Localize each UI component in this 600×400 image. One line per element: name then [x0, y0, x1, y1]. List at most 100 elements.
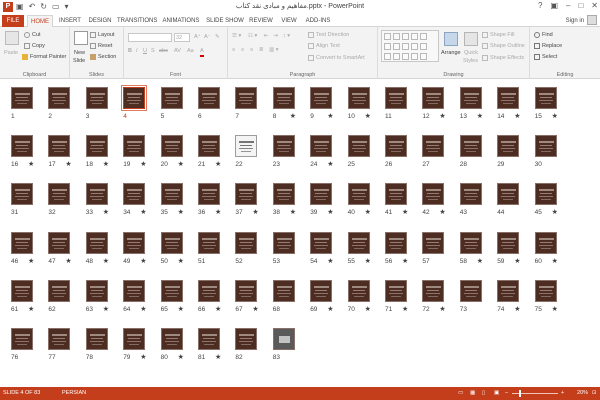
transition-star-icon[interactable]: ★: [252, 305, 258, 313]
slide-thumbnail[interactable]: 53: [272, 231, 297, 265]
slide-preview[interactable]: [48, 87, 71, 109]
transition-star-icon[interactable]: ★: [103, 257, 109, 265]
transition-star-icon[interactable]: ★: [28, 257, 34, 265]
slide-thumbnail[interactable]: 42 ★: [422, 183, 446, 216]
tab-transitions[interactable]: TRANSITIONS: [117, 15, 157, 27]
slide-preview[interactable]: [497, 87, 520, 109]
minimize-icon[interactable]: –: [566, 1, 570, 10]
slide-preview[interactable]: [160, 87, 183, 109]
transition-star-icon[interactable]: ★: [514, 257, 520, 265]
slide-thumbnail[interactable]: 63 ★: [85, 279, 110, 313]
slide-thumbnail[interactable]: 72 ★: [422, 279, 446, 313]
slide-preview[interactable]: [48, 183, 71, 206]
transition-star-icon[interactable]: ★: [365, 112, 371, 120]
slide-preview[interactable]: [85, 135, 108, 158]
arrange-icon[interactable]: [444, 32, 458, 46]
slide-preview[interactable]: [123, 183, 146, 206]
slide-thumbnail[interactable]: 79 ★: [123, 328, 147, 361]
transition-star-icon[interactable]: ★: [65, 257, 71, 265]
transition-star-icon[interactable]: ★: [439, 208, 445, 216]
slide-thumbnail[interactable]: 27: [422, 135, 446, 168]
slide-preview[interactable]: [198, 328, 220, 350]
transition-star-icon[interactable]: ★: [252, 208, 258, 216]
slide-thumbnail[interactable]: 73: [459, 279, 484, 313]
shape-fill-button[interactable]: Shape Fill: [482, 31, 514, 39]
slide-thumbnail[interactable]: 16 ★: [11, 135, 35, 168]
shapes-gallery[interactable]: [381, 30, 439, 62]
slide-preview[interactable]: [534, 87, 557, 109]
arrange-button[interactable]: Arrange: [441, 49, 461, 57]
shape-item[interactable]: [420, 43, 427, 50]
slide-thumbnail[interactable]: 52: [235, 231, 259, 265]
slide-preview[interactable]: [422, 87, 445, 109]
justify-button[interactable]: ≣: [259, 46, 264, 54]
slide-thumbnail[interactable]: 38 ★: [272, 183, 297, 216]
transition-star-icon[interactable]: ★: [439, 112, 445, 120]
shape-item[interactable]: [384, 53, 391, 60]
slide-preview[interactable]: [459, 279, 482, 302]
slide-thumbnail[interactable]: 6: [198, 87, 222, 120]
shape-item[interactable]: [393, 43, 400, 50]
transition-star-icon[interactable]: ★: [140, 353, 146, 361]
slide-thumbnail[interactable]: 49 ★: [123, 231, 147, 265]
transition-star-icon[interactable]: ★: [215, 353, 221, 361]
section-button[interactable]: Section: [90, 53, 116, 61]
slide-thumbnail[interactable]: 47 ★: [48, 231, 72, 265]
slide-thumbnail[interactable]: 62: [48, 279, 72, 313]
slide-thumbnail[interactable]: 58 ★: [459, 231, 484, 265]
slide-thumbnail[interactable]: 64 ★: [123, 279, 147, 313]
slide-thumbnail[interactable]: 61 ★: [11, 279, 35, 313]
slide-preview[interactable]: [123, 279, 146, 302]
transition-star-icon[interactable]: ★: [215, 208, 221, 216]
slide-thumbnail[interactable]: 71 ★: [385, 279, 409, 313]
slide-thumbnail[interactable]: 21 ★: [198, 135, 222, 168]
tab-view[interactable]: VIEW: [280, 15, 298, 27]
slide-thumbnail[interactable]: 4: [121, 85, 148, 120]
slide-preview[interactable]: [385, 231, 407, 254]
transition-star-icon[interactable]: ★: [365, 208, 371, 216]
slide-sorter-view-icon[interactable]: ▦: [470, 390, 475, 397]
slide-thumbnail[interactable]: 12 ★: [422, 87, 446, 120]
layout-button[interactable]: Layout: [90, 31, 115, 39]
replace-button[interactable]: Replace: [534, 42, 562, 50]
transition-star-icon[interactable]: ★: [178, 160, 184, 168]
slide-preview[interactable]: [497, 279, 520, 302]
slide-thumbnail[interactable]: 32: [48, 183, 72, 216]
align-left-button[interactable]: ≡: [232, 46, 235, 54]
slide-preview[interactable]: [235, 183, 258, 206]
slide-thumbnail[interactable]: 75 ★: [534, 279, 559, 313]
zoom-slider-handle[interactable]: [519, 390, 521, 397]
reset-button[interactable]: Reset: [90, 42, 112, 50]
slide-thumbnail[interactable]: 56 ★: [385, 231, 409, 265]
slide-preview[interactable]: [347, 231, 370, 254]
sign-in-link[interactable]: Sign in: [566, 16, 584, 26]
slide-preview[interactable]: [385, 183, 407, 206]
slide-preview[interactable]: [534, 135, 557, 158]
slide-thumbnail[interactable]: 19 ★: [123, 135, 147, 168]
slide-preview[interactable]: [160, 231, 183, 254]
slide-thumbnail[interactable]: 74 ★: [497, 279, 521, 313]
slide-preview[interactable]: [459, 87, 482, 109]
slide-thumbnail[interactable]: 76: [11, 328, 35, 361]
transition-star-icon[interactable]: ★: [178, 353, 184, 361]
slide-preview[interactable]: [347, 279, 370, 302]
slide-preview[interactable]: [272, 183, 295, 206]
grow-font-button[interactable]: A⁺: [194, 33, 201, 41]
transition-star-icon[interactable]: ★: [402, 208, 408, 216]
slide-preview[interactable]: [272, 328, 295, 350]
slide-preview[interactable]: [160, 328, 183, 350]
slide-preview[interactable]: [459, 231, 482, 254]
reading-view-icon[interactable]: ▯: [482, 390, 485, 397]
transition-star-icon[interactable]: ★: [28, 305, 34, 313]
tab-review[interactable]: REVIEW: [249, 15, 273, 27]
slide-preview[interactable]: [85, 231, 108, 254]
slide-thumbnail[interactable]: 69 ★: [310, 279, 334, 313]
slide-preview[interactable]: [534, 183, 557, 206]
slide-preview[interactable]: [11, 135, 33, 158]
help-icon[interactable]: ?: [538, 1, 542, 10]
slide-thumbnail[interactable]: 13 ★: [459, 87, 484, 120]
transition-star-icon[interactable]: ★: [103, 208, 109, 216]
transition-star-icon[interactable]: ★: [65, 160, 71, 168]
slide-thumbnail[interactable]: 23: [272, 135, 297, 168]
transition-star-icon[interactable]: ★: [290, 112, 296, 120]
